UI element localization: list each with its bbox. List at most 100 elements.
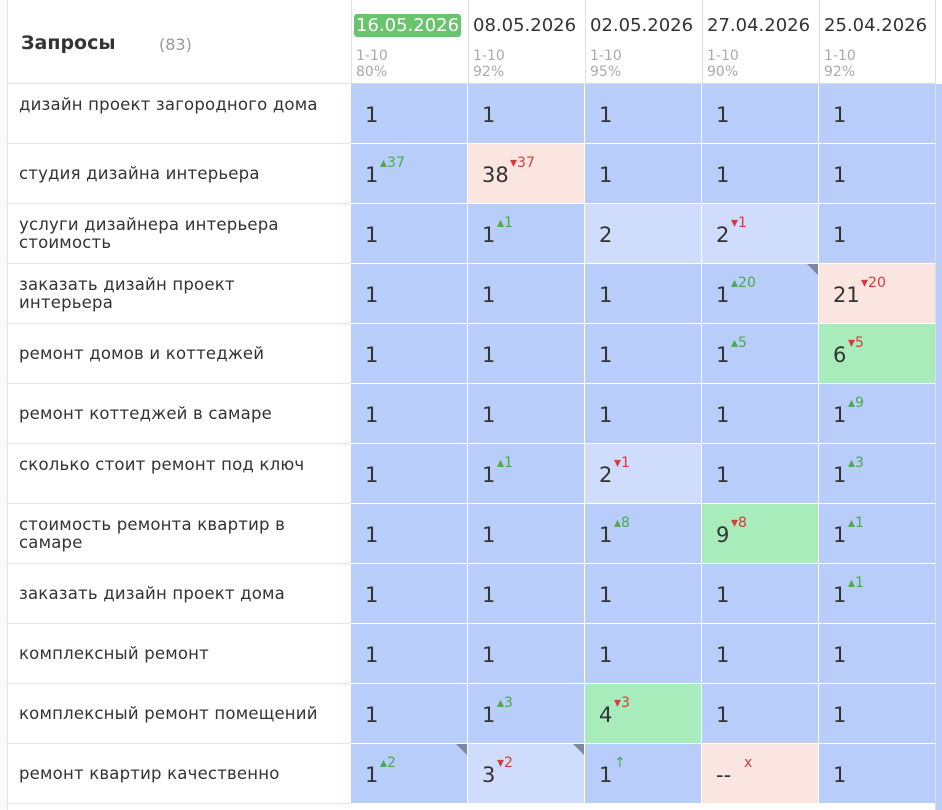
- position-cell[interactable]: 1 ▴3: [819, 444, 936, 504]
- position-cell[interactable]: 1: [468, 624, 585, 684]
- position-cell[interactable]: 1: [351, 564, 468, 624]
- position-cell[interactable]: 1: [468, 504, 585, 564]
- position-cell[interactable]: 1: [702, 444, 819, 504]
- query-text[interactable]: услуги дизайнера интерьера стоимость: [19, 216, 319, 252]
- position-cell[interactable]: 1: [468, 564, 585, 624]
- position-cell[interactable]: 1: [819, 744, 936, 804]
- position-cell[interactable]: 1: [702, 144, 819, 204]
- table-row[interactable]: ремонт домов и коттеджей: [7, 324, 351, 384]
- table-row[interactable]: комплексный ремонт: [7, 624, 351, 684]
- position-cell[interactable]: 1: [351, 684, 468, 744]
- position-cell[interactable]: 1 ▴1: [468, 204, 585, 264]
- position-cell[interactable]: 1 ▴8: [585, 504, 702, 564]
- query-text[interactable]: комплексный ремонт: [19, 645, 319, 663]
- position-cell[interactable]: 1: [585, 324, 702, 384]
- table-row[interactable]: заказать дизайн проект дома: [7, 564, 351, 624]
- position-cell[interactable]: 1: [351, 264, 468, 324]
- position-cell[interactable]: 4 ▾3: [585, 684, 702, 744]
- position-cell[interactable]: 1: [819, 144, 936, 204]
- position-cell[interactable]: 1: [585, 564, 702, 624]
- table-row[interactable]: заказать дизайн проект интерьера: [7, 264, 351, 324]
- date-column-header[interactable]: 27.04.2026 1-10 90%: [702, 0, 819, 84]
- note-corner-icon[interactable]: [573, 744, 584, 755]
- position-cell[interactable]: 1: [351, 384, 468, 444]
- note-corner-icon[interactable]: [807, 264, 818, 275]
- query-text[interactable]: студия дизайна интерьера: [19, 165, 319, 183]
- position-cell[interactable]: 1: [585, 624, 702, 684]
- position-cell[interactable]: 21 ▾20: [819, 264, 936, 324]
- position-cell[interactable]: 1: [819, 624, 936, 684]
- position-cell[interactable]: 1 ▴5: [702, 324, 819, 384]
- date-label[interactable]: 27.04.2026: [705, 14, 812, 37]
- position-cell[interactable]: 1: [468, 384, 585, 444]
- date-column-header[interactable]: 25.04.2026 1-10 92%: [819, 0, 936, 84]
- query-text[interactable]: ремонт домов и коттеджей: [19, 345, 319, 363]
- date-label[interactable]: 25.04.2026: [822, 14, 929, 37]
- position-cell[interactable]: 2: [585, 204, 702, 264]
- position-cell[interactable]: 1: [585, 264, 702, 324]
- date-label[interactable]: 02.05.2026: [588, 14, 695, 37]
- position-cell[interactable]: 1 ▴1: [468, 444, 585, 504]
- position-cell[interactable]: 1 ▴1: [819, 504, 936, 564]
- position-value: 2: [599, 463, 613, 487]
- position-cell[interactable]: 1: [819, 84, 936, 144]
- position-cell[interactable]: 1 ▴9: [819, 384, 936, 444]
- date-column-header[interactable]: 08.05.2026 1-10 92%: [468, 0, 585, 84]
- date-column-header[interactable]: 16.05.2026 1-10 80%: [351, 0, 468, 84]
- query-text[interactable]: комплексный ремонт помещений: [19, 705, 319, 723]
- position-cell[interactable]: 1: [585, 144, 702, 204]
- position-cell[interactable]: 1: [585, 84, 702, 144]
- position-cell[interactable]: 1: [468, 324, 585, 384]
- position-cell[interactable]: 6 ▾5: [819, 324, 936, 384]
- position-value: 1: [599, 283, 613, 307]
- position-cell[interactable]: 1 ▴3: [468, 684, 585, 744]
- date-column-header[interactable]: 02.05.2026 1-10 95%: [585, 0, 702, 84]
- position-cell[interactable]: 1: [702, 564, 819, 624]
- position-cell[interactable]: 1: [702, 84, 819, 144]
- position-cell[interactable]: 1: [351, 504, 468, 564]
- table-row[interactable]: сколько стоит ремонт под ключ: [7, 444, 351, 504]
- table-row[interactable]: услуги дизайнера интерьера стоимость: [7, 204, 351, 264]
- position-cell[interactable]: -- x: [702, 744, 819, 804]
- position-cell[interactable]: 2 ▾1: [702, 204, 819, 264]
- table-header-queries: Запросы (83): [7, 0, 351, 84]
- table-row[interactable]: ремонт квартир качественно: [7, 744, 351, 804]
- position-cell[interactable]: 1: [351, 324, 468, 384]
- query-text[interactable]: дизайн проект загородного дома: [19, 96, 319, 114]
- position-cell[interactable]: 1: [351, 444, 468, 504]
- date-label[interactable]: 16.05.2026: [354, 14, 462, 37]
- position-cell[interactable]: 1: [819, 684, 936, 744]
- position-cell[interactable]: 1 ↑: [585, 744, 702, 804]
- position-cell[interactable]: 1 ▴37: [351, 144, 468, 204]
- position-cell[interactable]: 1 ▴20: [702, 264, 819, 324]
- table-row[interactable]: ремонт коттеджей в самаре: [7, 384, 351, 444]
- position-cell[interactable]: 9 ▾8: [702, 504, 819, 564]
- position-cell[interactable]: 1: [585, 384, 702, 444]
- position-cell[interactable]: 2 ▾1: [585, 444, 702, 504]
- position-cell[interactable]: 1: [702, 684, 819, 744]
- table-row[interactable]: студия дизайна интерьера: [7, 144, 351, 204]
- table-row[interactable]: стоимость ремонта квартир в самаре: [7, 504, 351, 564]
- date-label[interactable]: 08.05.2026: [471, 14, 578, 37]
- position-cell[interactable]: 1: [468, 264, 585, 324]
- query-text[interactable]: ремонт квартир качественно: [19, 765, 319, 783]
- query-text[interactable]: заказать дизайн проект интерьера: [19, 276, 319, 312]
- table-row[interactable]: комплексный ремонт помещений: [7, 684, 351, 744]
- query-text[interactable]: ремонт коттеджей в самаре: [19, 405, 319, 423]
- position-cell[interactable]: 3 ▾2: [468, 744, 585, 804]
- query-text[interactable]: сколько стоит ремонт под ключ: [19, 456, 319, 474]
- position-cell[interactable]: 38 ▾37: [468, 144, 585, 204]
- position-cell[interactable]: 1: [702, 384, 819, 444]
- position-cell[interactable]: 1: [351, 204, 468, 264]
- position-cell[interactable]: 1: [351, 624, 468, 684]
- position-cell[interactable]: 1 ▴2: [351, 744, 468, 804]
- note-corner-icon[interactable]: [456, 744, 467, 755]
- query-text[interactable]: стоимость ремонта квартир в самаре: [19, 516, 319, 552]
- query-text[interactable]: заказать дизайн проект дома: [19, 585, 319, 603]
- table-row[interactable]: дизайн проект загородного дома: [7, 84, 351, 144]
- position-cell[interactable]: 1: [351, 84, 468, 144]
- position-cell[interactable]: 1: [702, 624, 819, 684]
- position-cell[interactable]: 1: [468, 84, 585, 144]
- position-cell[interactable]: 1 ▴1: [819, 564, 936, 624]
- position-cell[interactable]: 1: [819, 204, 936, 264]
